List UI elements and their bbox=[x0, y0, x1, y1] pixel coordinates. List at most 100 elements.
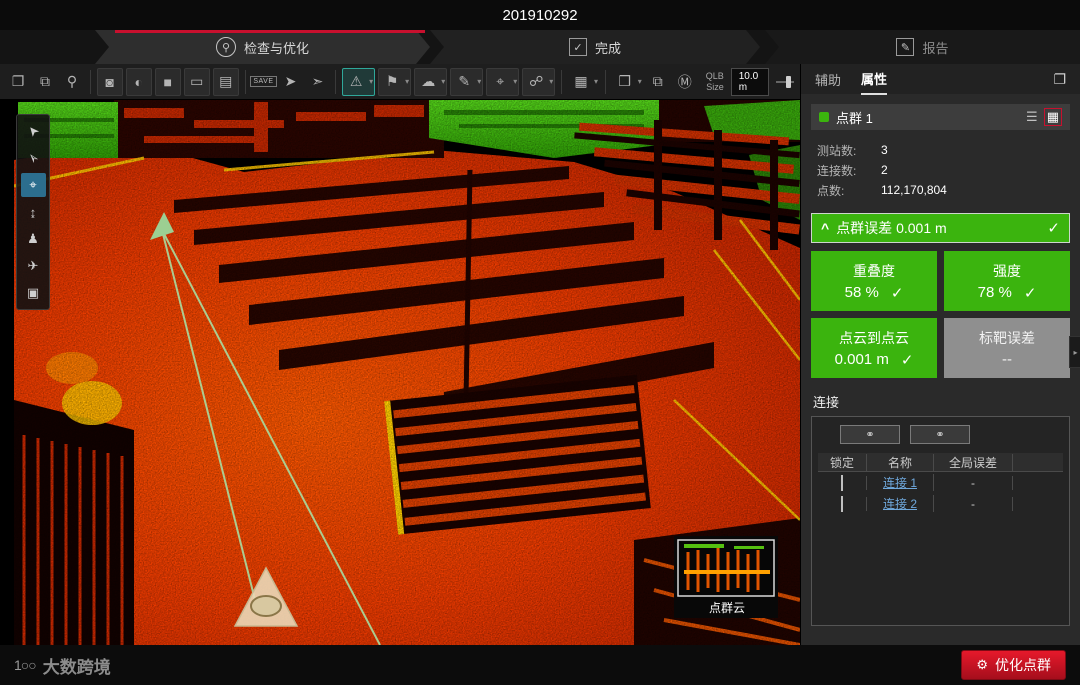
pin-icon: ⌖ bbox=[496, 73, 505, 89]
measure-tool-button[interactable]: ↨ bbox=[21, 200, 46, 224]
station-m-button[interactable]: Ⓜ bbox=[673, 69, 697, 95]
chevron-right-icon: ▸ bbox=[1073, 347, 1078, 357]
check-icon: ✓ bbox=[1047, 220, 1060, 237]
tab-inspect-label: 检查与优化 bbox=[243, 40, 309, 56]
link-tool-button-1[interactable]: ⚭ bbox=[840, 425, 900, 444]
link-row-2: 连接 2 - bbox=[818, 493, 1063, 514]
tab-inspect-optimize[interactable]: ⚲ 检查与优化 bbox=[95, 30, 430, 64]
report-icon: ✎ bbox=[896, 38, 915, 56]
main-toolbar: ❐ ⧉ ⚲ ◙ ◐ ■ ▭ ▤ SAVE ➤ ➣ ⚠ ▾ ⚑ ▾ ☁ ▾ ✎ ▾… bbox=[0, 64, 800, 100]
overlap-tile: 重叠度 58 % ✓ bbox=[811, 251, 937, 311]
cloud-icon: ☁ bbox=[421, 73, 436, 89]
bundle-title: 点群 1 bbox=[836, 110, 873, 126]
slider-track bbox=[775, 80, 795, 83]
qlb-size-label: QLB Size bbox=[705, 71, 724, 92]
tab-report[interactable]: ✎ 报告 bbox=[765, 30, 1080, 64]
global-error-value: - bbox=[934, 496, 1013, 511]
tab-properties[interactable]: 属性 bbox=[861, 63, 888, 95]
camera-button[interactable]: ◙ bbox=[96, 67, 123, 96]
caret-down-icon: ▾ bbox=[405, 77, 410, 86]
caret-down-icon: ▾ bbox=[477, 77, 482, 86]
bundle-error-banner[interactable]: ^ 点群误差 0.001 m ✓ bbox=[811, 213, 1070, 243]
tag-annotation-button[interactable]: ⚑ ▾ bbox=[378, 67, 412, 96]
link-tool-button-2[interactable]: ⚭ bbox=[910, 425, 970, 444]
zoom-tool-button[interactable]: ⚲ bbox=[60, 69, 84, 95]
toolbar-separator bbox=[604, 69, 606, 94]
contrast-button[interactable]: ◐ bbox=[125, 67, 152, 96]
optimize-icon: ⚙ bbox=[976, 657, 988, 672]
cloud-annotation-button[interactable]: ☁ ▾ bbox=[414, 67, 448, 96]
grid-view-icon[interactable]: ▦ bbox=[1043, 108, 1062, 126]
lock-checkbox[interactable] bbox=[841, 474, 843, 491]
slider-thumb[interactable] bbox=[785, 75, 791, 88]
cursor-plus-icon: ➣ bbox=[23, 149, 42, 168]
filmstrip-button[interactable]: ▤ bbox=[212, 67, 239, 96]
pick-tool-button[interactable]: ➣ bbox=[305, 69, 329, 95]
warning-annotation-button[interactable]: ⚠ ▾ bbox=[342, 67, 376, 96]
pen-icon: ✎ bbox=[458, 73, 471, 89]
dual-pane-icon[interactable]: ❐ bbox=[1053, 71, 1066, 88]
toolbar-separator bbox=[561, 69, 562, 94]
qlb-size-value[interactable]: 10.0 m bbox=[730, 67, 769, 96]
duplicate-scan-button[interactable]: ⧉ bbox=[33, 69, 57, 95]
global-error-value: - bbox=[934, 475, 1013, 490]
caret-down-icon: ▾ bbox=[369, 77, 374, 86]
link-name-link[interactable]: 连接 2 bbox=[883, 497, 917, 511]
dual-screen-button[interactable]: ⧉ bbox=[646, 69, 670, 95]
blackout-button[interactable]: ■ bbox=[154, 67, 181, 96]
link-row-1: 连接 1 - bbox=[818, 472, 1063, 493]
list-view-icon[interactable]: ☰ bbox=[1026, 109, 1038, 125]
watermark-logo-icon: 1○○ bbox=[14, 657, 37, 673]
point-cloud-viewport[interactable]: 点群云 bbox=[13, 100, 801, 647]
point-cloud-render: 点群云 bbox=[13, 100, 801, 647]
properties-panel: 辅助 属性 ❐ 点群 1 ☰ ▦ 测站数: 3 连接数: 2 点数: 112,1 bbox=[800, 64, 1080, 645]
pen-annotation-button[interactable]: ✎ ▾ bbox=[450, 67, 484, 96]
watermark: 1○○ 大数跨境 bbox=[14, 653, 111, 678]
lock-checkbox[interactable] bbox=[841, 495, 843, 512]
slice-tool-button[interactable]: ▣ bbox=[21, 281, 46, 305]
tab-finish[interactable]: ✓ 完成 bbox=[430, 30, 760, 64]
bundle-thumbnail[interactable]: 点群云 bbox=[674, 536, 778, 618]
application-window: 201910292 ⚲ 检查与优化 ✓ 完成 ✎ 报告 ❐ ⧉ ⚲ ◙ ◐ ■ … bbox=[0, 0, 1080, 685]
panel-collapse-handle[interactable]: ▸ bbox=[1069, 336, 1080, 368]
stat-points: 点数: 112,170,804 bbox=[817, 183, 947, 198]
banner-value: 0.001 m bbox=[896, 220, 947, 236]
active-tab-accent bbox=[115, 30, 425, 33]
qlb-size-slider[interactable] bbox=[775, 75, 795, 89]
link-name-link[interactable]: 连接 1 bbox=[883, 476, 917, 490]
bottom-bar: 1○○ 大数跨境 ⚙ 优化点群 bbox=[0, 645, 1080, 685]
links-box: ⚭ ⚭ 锁定 名称 全局误差 连接 1 - 连接 2 - bbox=[811, 416, 1070, 626]
check-icon: ✓ bbox=[1023, 284, 1037, 302]
window-title: 201910292 bbox=[502, 6, 578, 24]
caret-down-icon: ▾ bbox=[441, 77, 446, 86]
bundle-header: 点群 1 ☰ ▦ bbox=[811, 104, 1070, 130]
stat-stations: 测站数: 3 bbox=[817, 143, 888, 158]
optimize-bundle-button[interactable]: ⚙ 优化点群 bbox=[961, 650, 1066, 680]
import-project-button[interactable]: ❐ bbox=[6, 69, 30, 95]
toolbar-separator bbox=[90, 69, 91, 94]
grid-view-button[interactable]: ▦ ▾ bbox=[568, 69, 599, 95]
link-annotation-button[interactable]: ☍ ▾ bbox=[522, 67, 556, 96]
tab-finish-label: 完成 bbox=[594, 40, 621, 56]
link-icon: ☍ bbox=[529, 73, 544, 89]
select-plus-tool-button[interactable]: ➣ bbox=[21, 146, 46, 170]
panorama-button[interactable]: ▭ bbox=[183, 67, 210, 96]
cube-icon: ❒ bbox=[618, 73, 631, 89]
pan-tool-button[interactable]: ⌖ bbox=[20, 173, 46, 197]
cursor-arrow-icon: ➤ bbox=[23, 122, 42, 141]
walk-view-button[interactable]: ♟ bbox=[21, 227, 46, 251]
workflow-bar: ⚲ 检查与优化 ✓ 完成 ✎ 报告 bbox=[0, 30, 1080, 64]
links-section-title: 连接 bbox=[813, 395, 840, 410]
save-stamp-icon[interactable]: SAVE bbox=[250, 76, 277, 87]
cube-view-button[interactable]: ❒ ▾ bbox=[612, 69, 643, 95]
target-error-tile: 标靶误差 -- bbox=[944, 318, 1070, 378]
inspect-icon: ⚲ bbox=[215, 37, 236, 57]
tab-assist[interactable]: 辅助 bbox=[815, 64, 841, 94]
strength-tile: 强度 78 % ✓ bbox=[944, 251, 1070, 311]
title-bar: 201910292 bbox=[0, 0, 1080, 30]
cursor-tool-button[interactable]: ➤ bbox=[278, 69, 302, 95]
pin-annotation-button[interactable]: ⌖ ▾ bbox=[486, 67, 520, 96]
caret-down-icon: ▾ bbox=[513, 77, 518, 86]
select-tool-button[interactable]: ➤ bbox=[21, 119, 46, 143]
fly-view-button[interactable]: ✈ bbox=[21, 254, 46, 278]
